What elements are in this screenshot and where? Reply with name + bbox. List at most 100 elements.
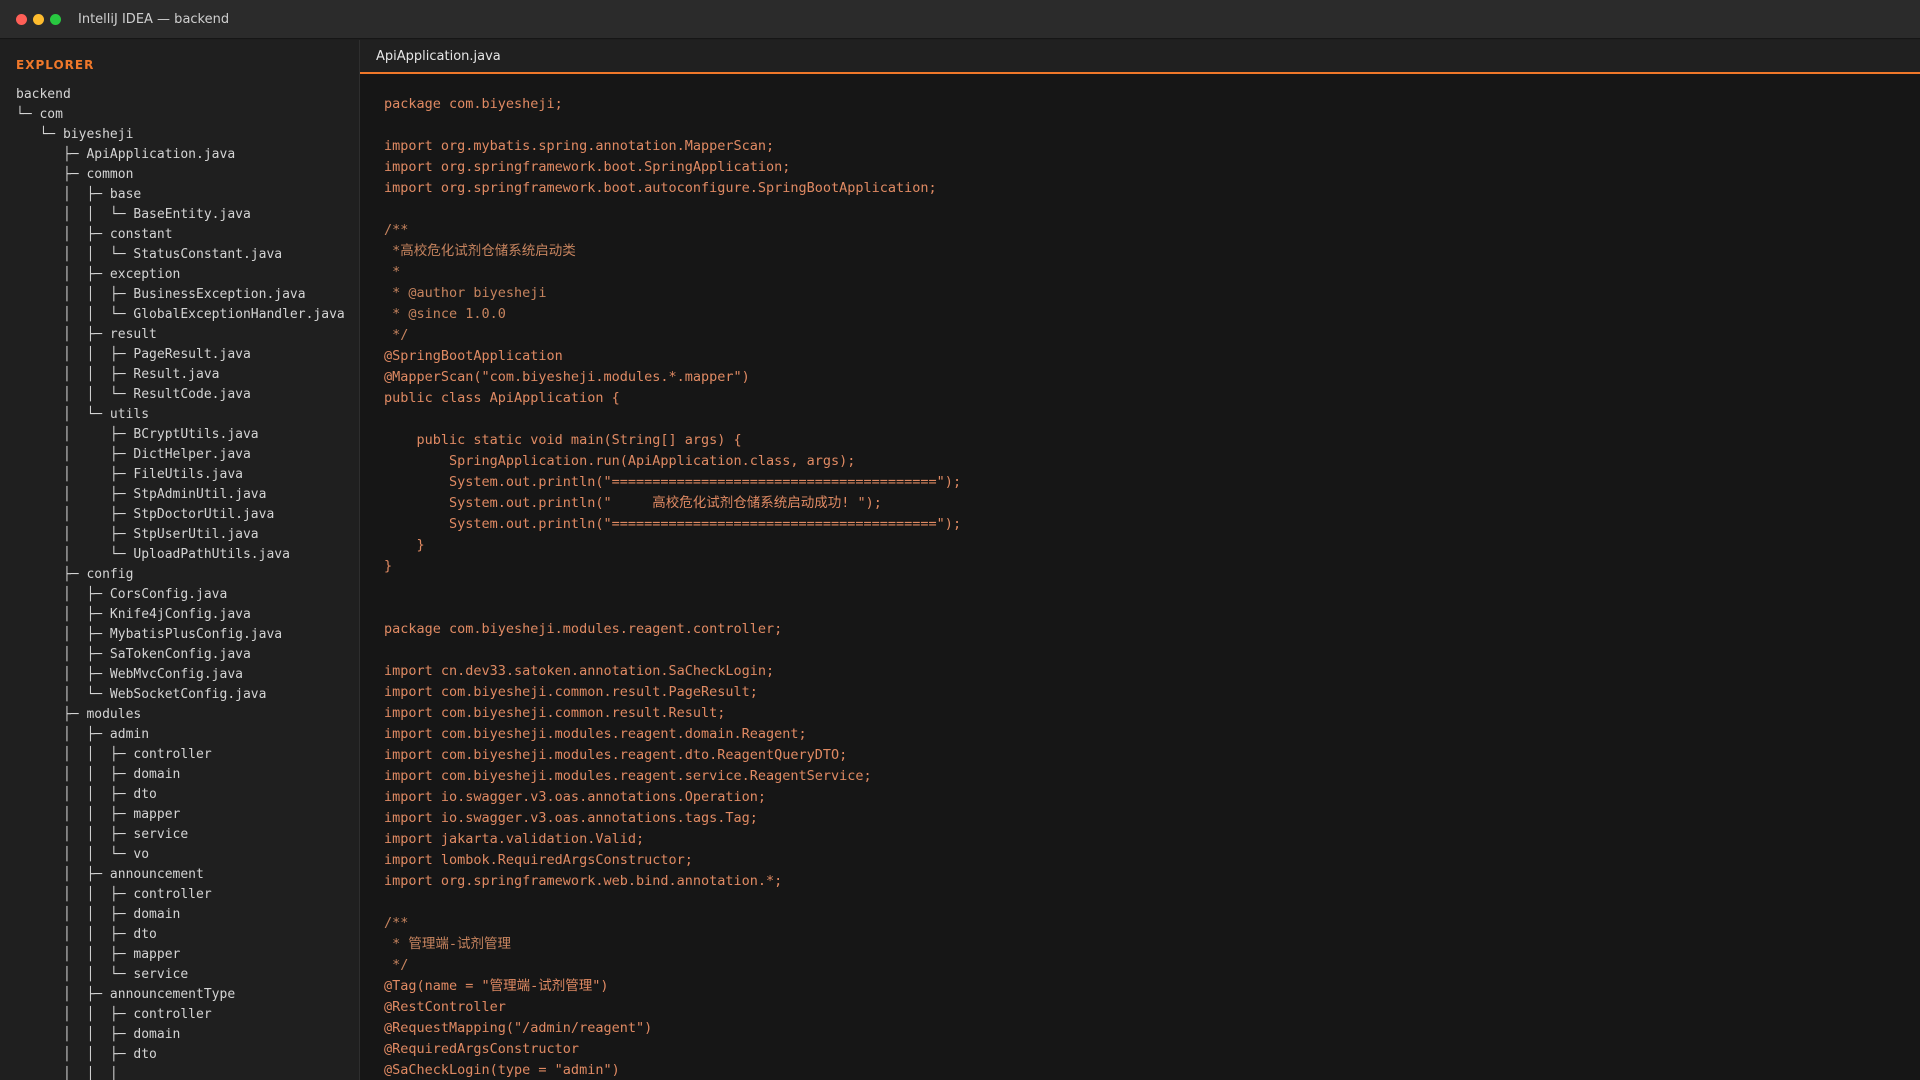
code-line: import jakarta.validation.Valid; xyxy=(384,831,645,847)
code-line: /** xyxy=(384,915,409,931)
tree-item[interactable]: │ │ ├─ controller xyxy=(16,885,345,905)
tree-item[interactable]: │ └─ UploadPathUtils.java xyxy=(16,545,345,565)
tree-item[interactable]: │ ├─ result xyxy=(16,325,345,345)
tree-item[interactable]: backend xyxy=(16,85,345,105)
tree-item[interactable]: │ ├─ announcement xyxy=(16,865,345,885)
code-line: System.out.println("====================… xyxy=(384,516,962,532)
code-line: import org.springframework.boot.SpringAp… xyxy=(384,159,791,175)
tree-item[interactable]: │ ├─ DictHelper.java xyxy=(16,445,345,465)
tree-item[interactable]: │ │ ├─ mapper xyxy=(16,945,345,965)
tree-item[interactable]: │ │ └─ service xyxy=(16,965,345,985)
tree-item[interactable]: └─ biyesheji xyxy=(16,125,345,145)
tree-item[interactable]: │ │ ├─ service xyxy=(16,825,345,845)
tree-item[interactable]: │ ├─ admin xyxy=(16,725,345,745)
window-controls xyxy=(16,13,61,25)
code-line: SpringApplication.run(ApiApplication.cla… xyxy=(384,453,856,469)
code-line: } xyxy=(384,537,425,553)
code-content[interactable]: package com.biyesheji; import org.mybatis… xyxy=(384,94,961,1080)
title-bar: IntelliJ IDEA — backend xyxy=(0,0,1920,39)
code-line: * @author biyesheji xyxy=(384,285,547,301)
tree-item[interactable]: │ ├─ exception xyxy=(16,265,345,285)
tree-item[interactable]: │ ├─ CorsConfig.java xyxy=(16,585,345,605)
code-line: import org.mybatis.spring.annotation.Map… xyxy=(384,138,775,154)
code-line: public static void main(String[] args) { xyxy=(384,432,742,448)
tree-item[interactable]: └─ com xyxy=(16,105,345,125)
tree-item[interactable]: │ │ ├─ controller xyxy=(16,1005,345,1025)
tree-item[interactable]: │ │ └─ BaseEntity.java xyxy=(16,205,345,225)
code-line: import io.swagger.v3.oas.annotations.Ope… xyxy=(384,789,767,805)
code-line: import org.springframework.boot.autoconf… xyxy=(384,180,937,196)
code-line: @MapperScan("com.biyesheji.modules.*.map… xyxy=(384,369,750,385)
tree-item[interactable]: │ │ └─ StatusConstant.java xyxy=(16,245,345,265)
close-button[interactable] xyxy=(16,13,27,25)
code-line: @SaCheckLogin(type = "admin") xyxy=(384,1062,620,1078)
tree-item[interactable]: │ ├─ WebMvcConfig.java xyxy=(16,665,345,685)
tree-item[interactable]: │ │ ├─ domain xyxy=(16,1025,345,1045)
tree-item[interactable]: │ └─ WebSocketConfig.java xyxy=(16,685,345,705)
code-line: */ xyxy=(384,957,409,973)
code-line: import com.biyesheji.modules.reagent.dom… xyxy=(384,726,807,742)
code-line: } xyxy=(384,558,393,574)
maximize-button[interactable] xyxy=(50,13,61,25)
code-line: System.out.println("====================… xyxy=(384,474,962,490)
minimize-button[interactable] xyxy=(33,13,44,25)
tree-item[interactable]: │ │ ├─ domain xyxy=(16,765,345,785)
project-tree: backend └─ com └─ biyesheji ├─ ApiApplica… xyxy=(16,85,345,1080)
code-editor[interactable]: ApiApplication.java package com.biyeshej… xyxy=(360,40,1920,1080)
tree-item[interactable]: │ │ └─ ResultCode.java xyxy=(16,385,345,405)
tree-item[interactable]: │ │ └─ vo xyxy=(16,845,345,865)
tree-item[interactable]: │ │ ├─ domain xyxy=(16,905,345,925)
tree-item[interactable]: │ │ └─ GlobalExceptionHandler.java xyxy=(16,305,345,325)
tree-item[interactable]: │ │ ├─ Result.java xyxy=(16,365,345,385)
tree-item[interactable]: │ ├─ StpUserUtil.java xyxy=(16,525,345,545)
code-line: import org.springframework.web.bind.anno… xyxy=(384,873,783,889)
tree-item[interactable]: ├─ modules xyxy=(16,705,345,725)
code-line: @RequiredArgsConstructor xyxy=(384,1041,580,1057)
code-line: import io.swagger.v3.oas.annotations.tag… xyxy=(384,810,758,826)
window-title: IntelliJ IDEA — backend xyxy=(78,11,230,27)
tree-item[interactable]: │ ├─ FileUtils.java xyxy=(16,465,345,485)
code-line: /** xyxy=(384,222,409,238)
explorer-sidebar: EXPLORER backend └─ com └─ biyesheji ├─ A… xyxy=(0,40,360,1080)
tree-item[interactable]: ├─ common xyxy=(16,165,345,185)
code-line: @RestController xyxy=(384,999,506,1015)
code-line: * @since 1.0.0 xyxy=(384,306,506,322)
tree-item[interactable]: ├─ config xyxy=(16,565,345,585)
code-line: import cn.dev33.satoken.annotation.SaChe… xyxy=(384,663,775,679)
tree-item[interactable]: │ ├─ Knife4jConfig.java xyxy=(16,605,345,625)
code-line: *高校危化试剂仓储系统启动类 xyxy=(384,243,576,259)
tree-item[interactable]: │ ├─ MybatisPlusConfig.java xyxy=(16,625,345,645)
code-line: package com.biyesheji.modules.reagent.co… xyxy=(384,621,783,637)
tree-item[interactable]: │ ├─ StpAdminUtil.java xyxy=(16,485,345,505)
tree-item[interactable]: │ │ ├─ mapper xyxy=(16,805,345,825)
tree-item[interactable]: │ │ ├─ controller xyxy=(16,745,345,765)
tab-apiapplication-java[interactable]: ApiApplication.java xyxy=(360,49,501,64)
tree-item[interactable]: │ │ │ xyxy=(16,1065,345,1080)
code-line: import com.biyesheji.modules.reagent.dto… xyxy=(384,747,848,763)
tree-item[interactable]: │ ├─ announcementType xyxy=(16,985,345,1005)
tree-item[interactable]: │ ├─ constant xyxy=(16,225,345,245)
tree-item[interactable]: │ ├─ BCryptUtils.java xyxy=(16,425,345,445)
tree-item[interactable]: │ ├─ SaTokenConfig.java xyxy=(16,645,345,665)
tree-item[interactable]: │ │ ├─ dto xyxy=(16,785,345,805)
tree-item[interactable]: │ ├─ base xyxy=(16,185,345,205)
code-line: package com.biyesheji; xyxy=(384,96,563,112)
tree-item[interactable]: ├─ ApiApplication.java xyxy=(16,145,345,165)
tree-item[interactable]: │ │ ├─ PageResult.java xyxy=(16,345,345,365)
explorer-label: EXPLORER xyxy=(16,58,95,72)
tree-item[interactable]: │ │ ├─ BusinessException.java xyxy=(16,285,345,305)
code-line: */ xyxy=(384,327,409,343)
tree-item[interactable]: │ ├─ StpDoctorUtil.java xyxy=(16,505,345,525)
tree-item[interactable]: │ │ ├─ dto xyxy=(16,925,345,945)
tree-item[interactable]: │ │ ├─ dto xyxy=(16,1045,345,1065)
code-line: System.out.println(" 高校危化试剂仓储系统启动成功! "); xyxy=(384,495,882,511)
tree-item[interactable]: │ └─ utils xyxy=(16,405,345,425)
editor-tab-bar: ApiApplication.java xyxy=(360,40,1920,74)
code-line: @SpringBootApplication xyxy=(384,348,563,364)
